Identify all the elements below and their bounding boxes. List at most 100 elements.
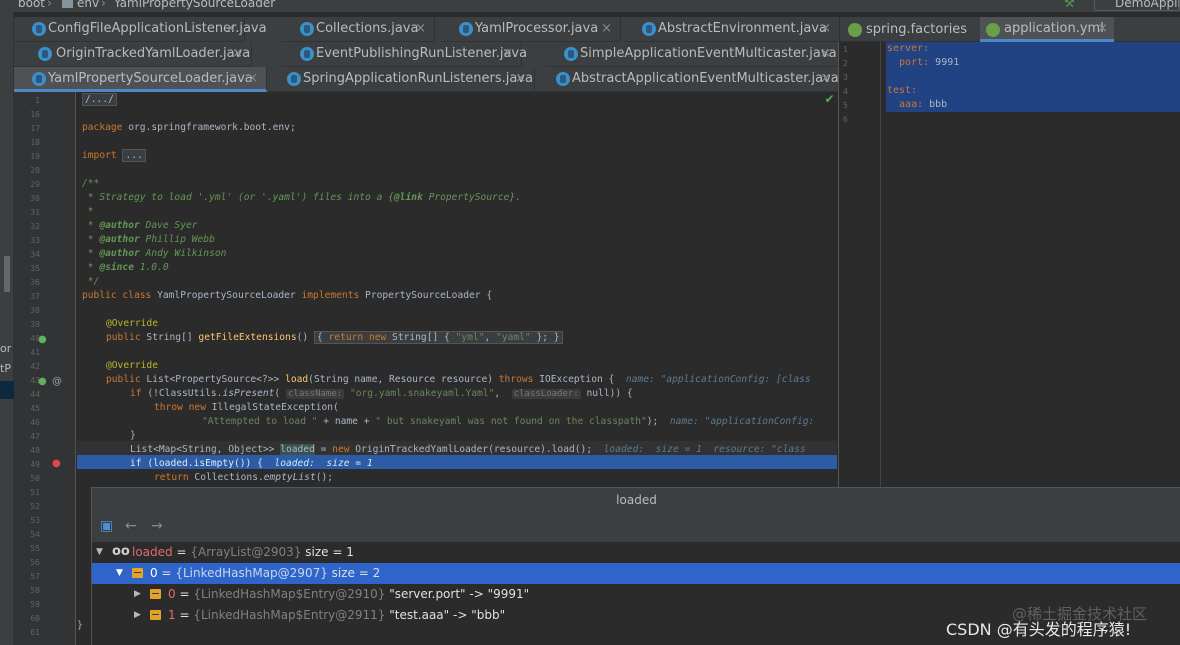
breadcrumb: boot › env › YamlPropertySourceLoader ⚒ …: [0, 0, 1180, 12]
close-icon[interactable]: ×: [247, 67, 258, 91]
line-number: 4: [843, 87, 848, 96]
scroll-handle[interactable]: [4, 256, 10, 292]
tab-collections[interactable]: Collections.java ×: [282, 17, 435, 42]
editor-tabs: ConfigFileApplicationListener.java × Coll…: [14, 17, 840, 92]
field-icon: [150, 589, 161, 599]
code-line: /.../: [82, 93, 117, 107]
line-number: 51: [30, 488, 40, 497]
tab-spring-factories[interactable]: spring.factories: [842, 17, 978, 42]
tab-abstract-event-multicaster[interactable]: AbstractApplicationEventMulticaster.java…: [538, 67, 840, 92]
line-number: 58: [30, 586, 40, 595]
back-icon[interactable]: ←: [125, 518, 137, 534]
code-line: "Attempted to load " + name + " but snak…: [202, 416, 815, 427]
close-icon[interactable]: ×: [820, 42, 831, 66]
code-line: if (!ClassUtils.isPresent( className: "o…: [130, 388, 633, 399]
run-config-select[interactable]: DemoAppli: [1094, 0, 1180, 11]
line-number: 17: [30, 124, 40, 133]
close-icon[interactable]: ×: [415, 17, 426, 41]
breadcrumb-folder[interactable]: env: [62, 0, 99, 10]
line-number: 47: [30, 432, 40, 441]
field-icon: [150, 610, 161, 620]
breadcrumb-item[interactable]: boot: [18, 0, 45, 10]
tab-config-file-listener[interactable]: ConfigFileApplicationListener.java ×: [14, 17, 267, 42]
code-line: * @author Dave Syer: [82, 220, 198, 231]
side-selection: [0, 381, 14, 399]
tab-yaml-processor[interactable]: YamlProcessor.java ×: [441, 17, 621, 42]
open-in-view-icon[interactable]: ▣: [100, 518, 113, 534]
line-number: 43: [30, 376, 40, 385]
line-number: 32: [30, 222, 40, 231]
code-line: }: [130, 430, 136, 441]
line-number: 37: [30, 292, 40, 301]
tree-row[interactable]: ▼ oo loaded = {ArrayList@2903} size = 1: [92, 542, 1180, 563]
inline-debug-value: loaded:: [274, 458, 315, 469]
tree-row[interactable]: ▶ 0 = {LinkedHashMap$Entry@2910} "server…: [92, 584, 1180, 605]
tab-simple-event-multicaster[interactable]: SimpleApplicationEventMulticaster.java ×: [546, 42, 840, 67]
close-icon[interactable]: ×: [820, 17, 831, 41]
collapse-arrow-icon[interactable]: ▼: [116, 563, 123, 584]
code-line: public class YamlPropertySourceLoader im…: [82, 290, 493, 301]
expand-arrow-icon[interactable]: ▶: [134, 605, 141, 626]
line-number: 53: [30, 516, 40, 525]
yaml-editor[interactable]: server: port: 9991 test: aaa: bbb: [882, 42, 1180, 487]
close-icon[interactable]: ×: [515, 67, 526, 91]
inspection-ok-icon[interactable]: ✔: [822, 92, 837, 106]
build-icon[interactable]: ⚒: [1064, 0, 1080, 10]
breakpoint-icon[interactable]: ●: [52, 458, 61, 469]
line-number: 40: [30, 334, 40, 343]
tab-abstract-environment[interactable]: AbstractEnvironment.java ×: [624, 17, 840, 42]
close-icon[interactable]: ×: [1097, 17, 1108, 40]
line-number: 60: [30, 614, 40, 623]
code-line: package org.springframework.boot.env;: [82, 122, 296, 133]
code-line: */: [82, 276, 100, 287]
tab-event-publishing-run-listener[interactable]: EventPublishingRunListener.java ×: [282, 42, 527, 67]
tab-origin-tracked-yaml-loader[interactable]: OriginTrackedYamlLoader.java ×: [14, 42, 252, 67]
code-line: public String[] getFileExtensions() { re…: [106, 331, 563, 345]
close-icon[interactable]: ×: [601, 17, 612, 41]
line-number: 34: [30, 250, 40, 259]
annotation-marker-icon[interactable]: @: [52, 376, 62, 387]
code-line: * Strategy to load '.yml' (or '.yaml') f…: [82, 192, 521, 203]
line-number: 45: [30, 404, 40, 413]
line-number: 1: [843, 45, 848, 54]
code-line: * @author Andy Wilkinson: [82, 248, 227, 259]
line-number: 28: [30, 166, 40, 175]
close-icon[interactable]: ×: [232, 42, 243, 66]
side-label: or: [0, 342, 12, 355]
param-hint: className:: [285, 389, 345, 399]
code-line: import ...: [82, 149, 146, 163]
line-number: 2: [843, 59, 848, 68]
code-line: *: [82, 206, 94, 217]
forward-icon[interactable]: →: [151, 518, 163, 534]
line-number: 38: [30, 306, 40, 315]
code-line: return Collections.emptyList();: [154, 472, 334, 483]
tab-spring-application-run-listeners[interactable]: SpringApplicationRunListeners.java ×: [269, 67, 535, 92]
yaml-editor-tabs: spring.factories application.yml ×: [840, 17, 1180, 42]
class-icon: [300, 22, 314, 36]
inline-debug-value: name: "applicationConfig:: [669, 416, 815, 427]
override-marker-icon[interactable]: ●: [38, 334, 47, 345]
breadcrumb-separator: ›: [101, 0, 106, 10]
line-number: 1: [35, 96, 40, 105]
watch-icon: oo: [112, 544, 130, 559]
code-line: * @since 1.0.0: [82, 262, 169, 273]
code-line: throw new IllegalStateException(: [154, 402, 339, 413]
override-marker-icon[interactable]: ●: [38, 376, 47, 387]
close-icon[interactable]: ×: [502, 42, 513, 66]
tab-yaml-property-source-loader[interactable]: YamlPropertySourceLoader.java ×: [14, 67, 267, 92]
line-number: 54: [30, 530, 40, 539]
class-icon: [287, 72, 301, 86]
tree-row[interactable]: ▼ 0 = {LinkedHashMap@2907} size = 2: [92, 563, 1180, 584]
collapse-arrow-icon[interactable]: ▼: [96, 542, 103, 563]
close-icon[interactable]: ×: [820, 67, 831, 91]
code-editor[interactable]: /.../ package org.springframework.boot.e…: [77, 92, 837, 487]
breadcrumb-class[interactable]: YamlPropertySourceLoader: [114, 0, 275, 10]
close-icon[interactable]: ×: [225, 17, 236, 41]
line-number: 6: [843, 115, 848, 124]
code-line: List<Map<String, Object>> loaded = new O…: [130, 444, 806, 455]
tab-application-yml[interactable]: application.yml ×: [980, 17, 1114, 42]
param-hint: classLoader:: [511, 389, 581, 399]
expand-arrow-icon[interactable]: ▶: [134, 584, 141, 605]
yaml-line: port: 9991: [887, 57, 960, 68]
code-line: }: [77, 620, 83, 631]
